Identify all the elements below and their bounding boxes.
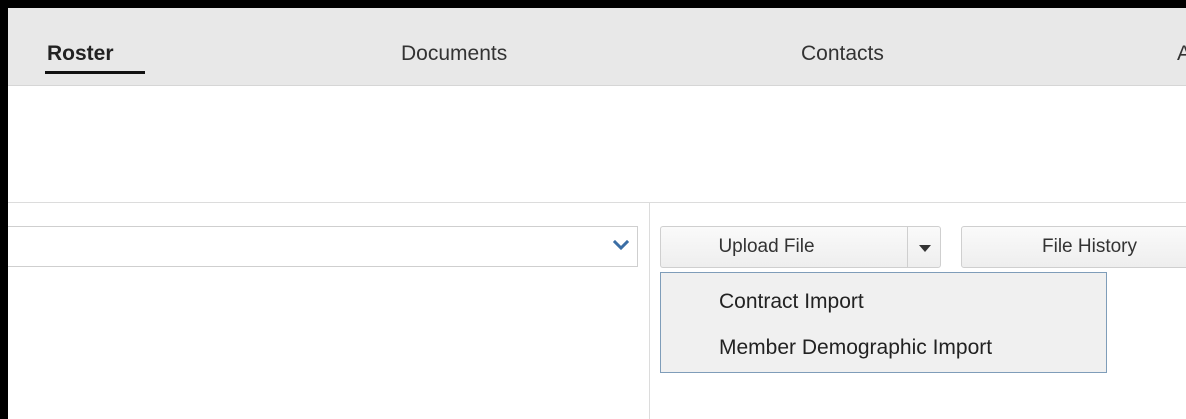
tab-roster[interactable]: Roster	[47, 42, 114, 66]
active-tab-indicator	[45, 71, 145, 74]
file-history-button[interactable]: File History	[961, 226, 1186, 268]
app-frame: Roster Documents Contacts A Upload File …	[0, 0, 1186, 419]
upload-options-toggle[interactable]	[907, 226, 941, 268]
section-divider	[8, 202, 1186, 203]
menu-item-contract-import[interactable]: Contract Import	[719, 290, 864, 314]
tab-bar: Roster Documents Contacts A	[8, 8, 1186, 86]
tab-documents[interactable]: Documents	[401, 42, 507, 66]
upload-dropdown-menu: Contract Import Member Demographic Impor…	[660, 272, 1107, 373]
filter-select[interactable]	[8, 226, 638, 267]
tab-partial[interactable]: A	[1177, 42, 1186, 66]
chevron-down-icon[interactable]	[613, 239, 629, 253]
file-history-label: File History	[1042, 236, 1138, 257]
panel-divider	[649, 202, 650, 419]
menu-item-member-demographic-import[interactable]: Member Demographic Import	[719, 336, 992, 360]
upload-file-label: Upload File	[718, 236, 815, 257]
caret-down-icon	[919, 245, 931, 252]
upload-file-button[interactable]: Upload File	[660, 226, 908, 268]
tab-contacts[interactable]: Contacts	[801, 42, 884, 66]
